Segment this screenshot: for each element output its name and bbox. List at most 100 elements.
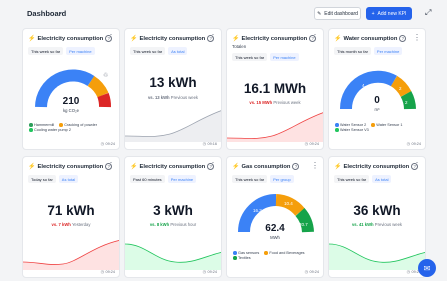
sparkline-area [329, 244, 425, 270]
more-menu-icon[interactable]: ⋮ [413, 161, 421, 170]
comparison: vs. 8 kWh Previous hour [125, 222, 221, 227]
more-menu-icon[interactable]: ⋮ [107, 161, 115, 170]
gauge-value: 62.4 [265, 223, 285, 234]
grouping-chip[interactable]: Per machine [270, 53, 299, 61]
trend-sparkline [23, 240, 119, 270]
legend-swatch [29, 128, 33, 132]
info-icon[interactable]: ? [399, 35, 407, 42]
kpi-card[interactable]: ⚡ Electricity consumption? ⋮ This week so… [124, 28, 222, 150]
comparison: vs. 13 kWh Previous week [125, 95, 221, 100]
more-menu-icon[interactable]: ⋮ [107, 33, 115, 42]
clock-icon: ◷ [406, 270, 410, 274]
more-menu-icon[interactable]: ⋮ [311, 161, 319, 170]
card-timestamp: ◷ 09:16 [203, 141, 217, 147]
comparison-value: vs. 15 MWh [249, 100, 273, 105]
kpi-card[interactable]: ⚡ Electricity consumption? ⋮ This week so… [328, 156, 426, 278]
timestamp-text: 09:24 [105, 269, 115, 274]
grouping-chip[interactable]: Per group [270, 175, 294, 183]
grouping-chip[interactable]: Per machine [373, 47, 403, 55]
expand-icon[interactable]: ⤢ [425, 8, 431, 18]
kpi-value: 71 kWh [47, 203, 95, 218]
more-menu-icon[interactable]: ⋮ [311, 33, 319, 42]
card-title: ⚡ Electricity consumption? [334, 163, 419, 170]
grouping-chip[interactable]: As total [58, 175, 79, 183]
period-chip[interactable]: This week so far [232, 53, 268, 61]
legend-swatch [233, 256, 237, 260]
legend-label: Gas sensors [238, 251, 260, 255]
timestamp-text: 09:24 [309, 269, 319, 274]
card-title-text: Electricity consumption [139, 35, 206, 42]
clock-icon: ◷ [100, 142, 104, 146]
legend-swatch [335, 123, 339, 127]
card-title: ⚡ Electricity consumption? [28, 163, 113, 170]
more-menu-icon[interactable]: ⋮ [413, 33, 421, 42]
lightning-icon: ⚡ [232, 36, 240, 42]
comparison-label: Previous week [273, 100, 301, 105]
period-chip[interactable]: Past 60 minutes [130, 175, 165, 183]
add-kpi-button[interactable]: + Add new KPI [366, 7, 412, 20]
kpi-value: 3 kWh [153, 203, 193, 218]
card-timestamp: ◷ 09:24 [100, 269, 115, 275]
gauge-label: 17k [57, 85, 65, 90]
clock-icon: ◷ [304, 142, 308, 146]
legend-item: Water Sensor 2 [335, 123, 366, 127]
comparison-value: vs. 8 kWh [149, 222, 170, 227]
legend-item: Textiles [233, 256, 251, 260]
card-title: ⚡ Gas consumption? [232, 163, 300, 170]
gauge-segment [87, 75, 109, 98]
period-chip[interactable]: This week so far [334, 175, 370, 183]
kpi-value: 36 kWh [353, 203, 401, 218]
trend-sparkline [125, 110, 221, 142]
legend-item: Water Sensor 1 [371, 123, 403, 127]
legend-item: Gas sensors [233, 251, 259, 255]
grouping-chip[interactable]: As total [168, 47, 188, 55]
kpi-card[interactable]: ⚡ Electricity consumption? ⋮ Past 60 minu… [124, 156, 222, 278]
card-title-text: Water consumption [343, 35, 398, 42]
comparison-label: Yesterday [71, 222, 91, 227]
period-chip[interactable]: This week so far [130, 47, 166, 55]
period-chip[interactable]: This week so far [28, 47, 64, 55]
lightning-icon: ⚡ [334, 164, 342, 170]
card-title: ⚡ Water consumption? [334, 35, 407, 42]
more-menu-icon[interactable]: ⋮ [209, 33, 217, 42]
comparison-label: Previous week [374, 222, 403, 227]
legend: Water Sensor 2 Water Sensor 1 Water Sens… [335, 123, 423, 132]
period-chip[interactable]: This week so far [232, 175, 268, 183]
card-title: ⚡ Electricity consumption? [232, 35, 317, 42]
gauge-value: 0 [374, 95, 380, 106]
card-title-text: Electricity consumption [343, 163, 410, 170]
chevron-down-icon[interactable]: ⌄ [58, 9, 63, 16]
period-chip[interactable]: This month so far [334, 47, 371, 55]
kpi-card[interactable]: ⚡ Gas consumption? ⋮ This week so far Per… [226, 156, 324, 278]
info-icon[interactable]: ? [292, 163, 300, 170]
grouping-chip[interactable]: As total [372, 175, 392, 183]
grouping-chip[interactable]: Per machine [66, 47, 95, 55]
chat-icon: ✉ [423, 263, 431, 273]
grouping-chip[interactable]: Per machine [167, 175, 197, 183]
clock-icon: ◷ [202, 270, 206, 274]
lightning-icon: ⚡ [130, 164, 138, 170]
kpi-card[interactable]: ⚡ Electricity consumption? ⋮ This week so… [22, 28, 120, 150]
pencil-icon: ✎ [317, 10, 322, 17]
clock-icon: ◷ [100, 270, 104, 274]
card-title-text: Electricity consumption [139, 163, 206, 170]
trend-sparkline [125, 243, 221, 270]
card-title: ⚡ Electricity consumption? [130, 163, 215, 170]
timestamp-text: 09:24 [411, 141, 421, 146]
edit-dashboard-button[interactable]: ✎ Edit dashboard [314, 7, 361, 20]
kpi-card[interactable]: ⚡ Electricity consumption? ⋮ Totalen This… [226, 28, 324, 150]
period-chip[interactable]: Today so far [28, 175, 56, 183]
legend-label: Cooling water pump 2 [34, 128, 71, 132]
kpi-card[interactable]: ⚡ Electricity consumption? ⋮ Today so far… [22, 156, 120, 278]
gauge-label: 16.3 [253, 208, 262, 213]
kpi-card[interactable]: ⚡ Water consumption? ⋮ This month so far … [328, 28, 426, 150]
gauge-unit: m³ [374, 107, 380, 112]
legend-label: Water Sensor 2 [340, 123, 367, 127]
more-menu-icon[interactable]: ⋮ [209, 161, 217, 170]
comparison: vs. 15 MWh Previous week [227, 100, 323, 105]
legend-swatch [335, 128, 339, 132]
chat-help-button[interactable]: ✉ [418, 259, 436, 277]
clock-icon: ◷ [304, 270, 308, 274]
legend: Gas sensors Food and Beverages Textiles [233, 251, 321, 260]
legend-label: Water Sensor 1 [376, 123, 403, 127]
